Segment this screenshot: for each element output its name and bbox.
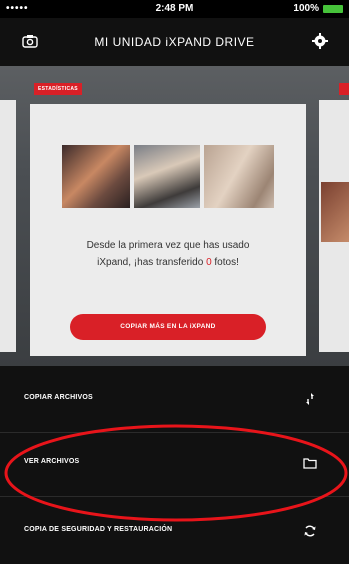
peek-photo	[321, 182, 349, 242]
photo-count: 0	[206, 257, 212, 268]
page-title: MI UNIDAD iXPAND DRIVE	[94, 35, 255, 49]
previous-card-peek[interactable]	[0, 100, 16, 352]
copy-more-button[interactable]: COPIAR MÁS EN LA iXPAND	[70, 314, 266, 340]
photo-thumbnail	[134, 145, 200, 208]
menu-item-label: VER ARCHIVOS	[24, 458, 80, 465]
menu-item-label: COPIA DE SEGURIDAD Y RESTAURACIÓN	[24, 526, 173, 533]
stats-card: Desde la primera vez que has usado iXpan…	[30, 104, 306, 356]
photo-strip	[62, 145, 274, 208]
menu-item-copy-files[interactable]: COPIAR ARCHIVOS	[0, 370, 349, 433]
photo-thumbnail	[204, 145, 274, 208]
folder-icon	[303, 458, 317, 469]
next-card-peek[interactable]	[319, 100, 349, 352]
arrows-icon	[306, 393, 314, 405]
battery-icon	[323, 5, 343, 13]
header: MI UNIDAD iXPAND DRIVE	[0, 18, 349, 66]
menu-item-label: COPIAR ARCHIVOS	[24, 394, 93, 401]
next-card-badge	[339, 83, 349, 95]
photo-thumbnail	[62, 145, 130, 208]
menu-item-backup-restore[interactable]: COPIA DE SEGURIDAD Y RESTAURACIÓN	[0, 502, 349, 564]
stats-message-line2: iXpand, ¡has transferido 0 fotos!	[97, 257, 239, 268]
stats-badge: ESTADÍSTICAS	[34, 83, 82, 95]
status-bar: ••••• 2:48 PM 100%	[0, 0, 349, 18]
stats-message: Desde la primera vez que has usado iXpan…	[50, 237, 286, 271]
sync-icon	[304, 525, 316, 537]
stats-message-line1: Desde la primera vez que has usado	[86, 240, 250, 251]
stats-carousel[interactable]: ESTADÍSTICAS Desde la primera vez que ha…	[0, 66, 349, 366]
menu-item-view-files[interactable]: VER ARCHIVOS	[0, 434, 349, 497]
gear-icon[interactable]	[311, 32, 329, 50]
battery-percent: 100%	[293, 3, 319, 14]
